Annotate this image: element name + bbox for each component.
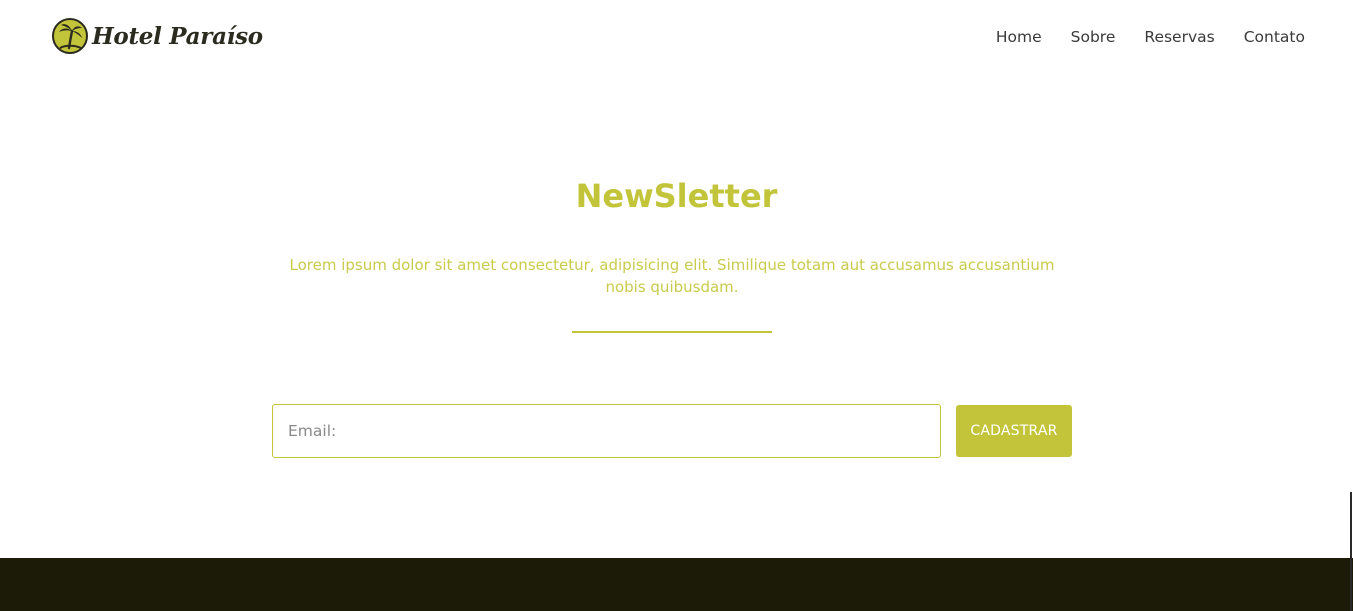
divider — [572, 331, 772, 333]
subscribe-button[interactable]: CADASTRAR — [956, 405, 1072, 457]
scrollbar-thumb[interactable] — [1350, 492, 1352, 611]
navbar: Hotel Paraíso Home Sobre Reservas Contat… — [0, 0, 1353, 74]
newsletter-description: Lorem ipsum dolor sit amet consectetur, … — [289, 256, 1055, 296]
nav-item-contato[interactable]: Contato — [1244, 26, 1305, 48]
newsletter-section: NewSletter Lorem ipsum dolor sit amet co… — [0, 74, 1353, 558]
footer — [0, 558, 1353, 611]
nav-item-home[interactable]: Home — [996, 26, 1042, 48]
brand-name: Hotel Paraíso — [92, 22, 263, 50]
newsletter-title: NewSletter — [575, 177, 778, 215]
palm-tree-icon — [52, 18, 88, 54]
nav-item-sobre[interactable]: Sobre — [1071, 26, 1116, 48]
email-input[interactable] — [272, 404, 941, 458]
newsletter-form: CADASTRAR — [272, 404, 1072, 458]
logo[interactable]: Hotel Paraíso — [52, 18, 263, 54]
main-nav: Home Sobre Reservas Contato — [996, 26, 1305, 48]
nav-item-reservas[interactable]: Reservas — [1144, 26, 1214, 48]
